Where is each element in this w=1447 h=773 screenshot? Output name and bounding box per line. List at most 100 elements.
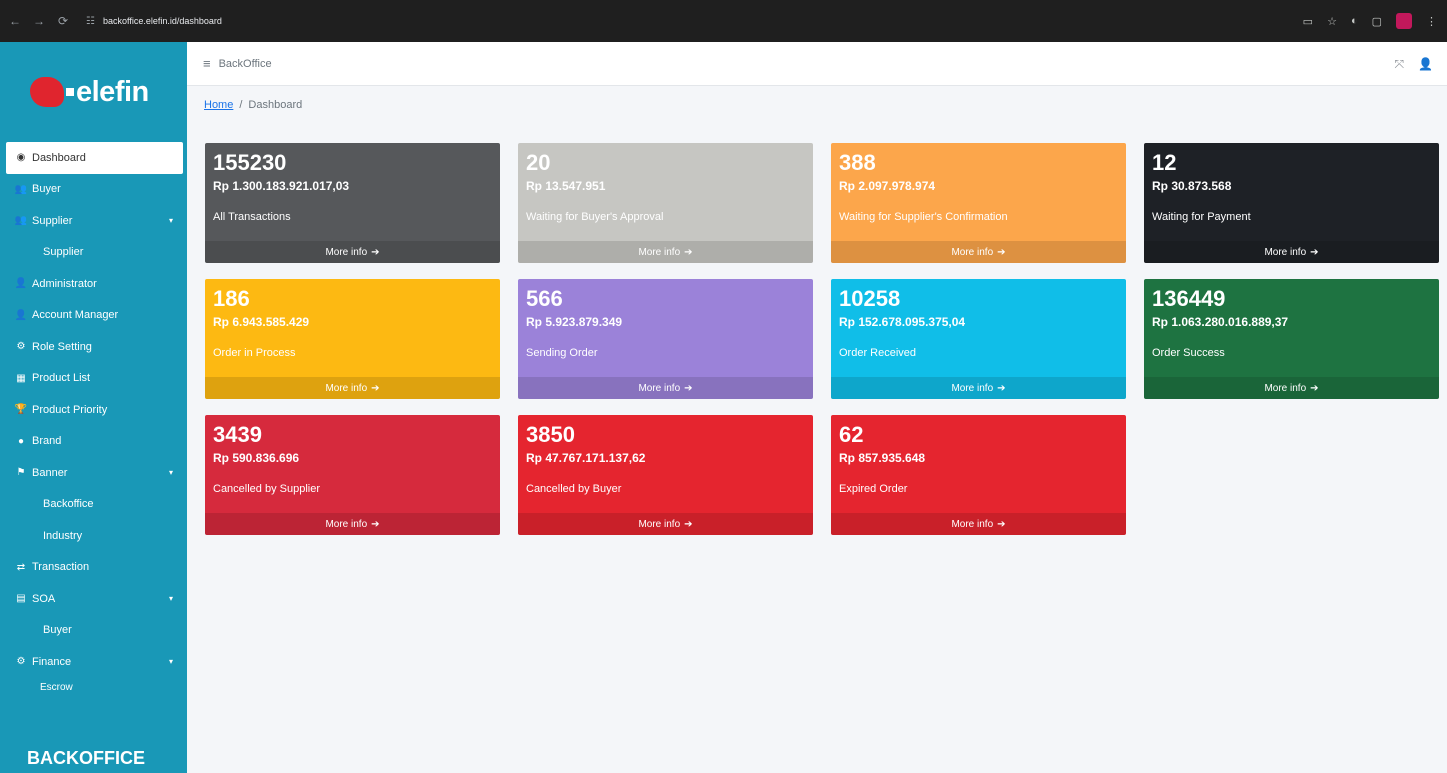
sidebar-item-buyer[interactable]: Buyer [0,615,187,647]
sidebar-item-account-manager[interactable]: 👤 Account Manager [0,300,187,332]
stat-label: Waiting for Buyer's Approval [526,211,664,223]
menu-item-icon: ⇄ [16,561,26,573]
menu-item-icon: ▤ [16,593,26,605]
more-info-link[interactable]: More info ➔ [831,241,1126,263]
sidebar-item-buyer[interactable]: 👥 Buyer [0,174,187,206]
sidebar-item-label: Finance [32,655,72,668]
breadcrumb-home-link[interactable]: Home [204,99,233,111]
stat-amount: Rp 2.097.978.974 [839,179,936,193]
more-info-link[interactable]: More info ➔ [518,513,813,535]
menu-item-icon: 👥 [14,183,28,195]
arrow-circle-right-icon: ➔ [684,246,693,258]
more-info-link[interactable]: More info ➔ [518,241,813,263]
back-icon[interactable]: ← [8,14,22,28]
sidebar-item-label: Buyer [32,183,61,196]
stat-amount: Rp 30.873.568 [1152,179,1232,193]
arrow-circle-right-icon: ➔ [371,518,380,530]
more-info-link[interactable]: More info ➔ [205,241,500,263]
stat-card: 136449 Rp 1.063.280.016.889,37 Order Succe… [1144,279,1439,399]
stat-amount: Rp 47.767.171.137,62 [526,451,646,465]
stat-card: 12 Rp 30.873.568 Waiting for Payment More i… [1144,143,1439,263]
sidebar-item-escrow[interactable]: Escrow [0,678,187,708]
sidebar-item-finance[interactable]: ⚙ Finance ▾ [0,646,187,678]
profile-avatar[interactable] [1396,13,1412,29]
stat-card: 3439 Rp 590.836.696 Cancelled by Supplier M… [205,415,500,535]
sidebar-item-product-list[interactable]: ▦ Product List [0,363,187,395]
more-info-label: More info [638,518,681,530]
sidebar-item-label: Buyer [43,624,72,637]
more-info-link[interactable]: More info ➔ [205,377,500,399]
stat-count: 10258 [839,286,901,311]
sidebar-item-administrator[interactable]: 👤 Administrator [0,268,187,300]
sidebar-item-label: Dashboard [32,151,86,164]
menu-item-icon: 👥 [14,215,28,227]
sidebar: elefin ◉ Dashboard 👥 Buyer 👥 Supplier ▾ Supplie… [0,42,187,773]
reload-icon[interactable]: ⟳ [56,14,70,28]
sidebar-item-industry[interactable]: Industry [0,520,187,552]
more-info-link[interactable]: More info ➔ [831,377,1126,399]
more-info-link[interactable]: More info ➔ [1144,377,1439,399]
sidebar-item-label: Product Priority [32,403,108,416]
breadcrumb-separator: / [239,99,243,111]
sidebar-item-product-priority[interactable]: 🏆 Product Priority [0,394,187,426]
sidebar-item-soa[interactable]: ▤ SOA ▾ [0,583,187,615]
more-info-link[interactable]: More info ➔ [518,377,813,399]
cast-icon[interactable]: ▭ [1303,15,1313,28]
more-info-link[interactable]: More info ➔ [1144,241,1439,263]
stat-amount: Rp 590.836.696 [213,451,300,465]
sidebar-item-brand[interactable]: ● Brand [0,426,187,458]
extension-icon[interactable]: ◐ [1351,15,1358,27]
fullscreen-icon[interactable]: ⤧ [1394,57,1404,72]
sidepanel-icon[interactable]: ▢ [1372,15,1382,28]
arrow-circle-right-icon: ➔ [371,246,380,258]
arrow-circle-right-icon: ➔ [684,518,693,530]
stat-count: 3850 [526,422,575,447]
chevron-down-icon: ▾ [168,657,173,667]
sidebar-item-supplier[interactable]: Supplier [0,237,187,269]
stat-count: 3439 [213,422,262,447]
sidebar-item-supplier[interactable]: 👥 Supplier ▾ [0,205,187,237]
stat-label: Sending Order [526,347,598,359]
sidebar-item-dashboard[interactable]: ◉ Dashboard [6,142,183,174]
sidebar-item-label: Role Setting [32,340,92,353]
bookmark-star-icon[interactable]: ☆ [1327,15,1337,28]
site-info-icon[interactable]: ☷ [86,16,95,27]
more-info-label: More info [638,246,681,258]
stat-label: All Transactions [213,211,291,223]
menu-item-icon: ⚑ [16,467,26,479]
stat-count: 566 [526,286,563,311]
more-info-label: More info [325,518,368,530]
browser-menu-icon[interactable]: ⋮ [1426,15,1437,28]
menu-item-icon: ◉ [16,152,26,164]
stat-card: 186 Rp 6.943.585.429 Order in Process More … [205,279,500,399]
hamburger-menu-icon[interactable]: ≡ [203,56,211,71]
stat-count: 388 [839,150,876,175]
more-info-link[interactable]: More info ➔ [205,513,500,535]
sidebar-footer: BACKOFFICE [0,743,187,773]
address-bar[interactable]: ☷ backoffice.elefin.id/dashboard [86,8,1246,34]
menu-item-icon: 👤 [14,309,28,321]
more-info-link[interactable]: More info ➔ [831,513,1126,535]
more-info-label: More info [325,382,368,394]
app-title: BackOffice [218,57,272,70]
sidebar-item-label: Escrow [40,681,73,693]
more-info-label: More info [951,382,994,394]
forward-icon[interactable]: → [32,14,46,28]
stat-card: 62 Rp 857.935.648 Expired Order More info ➔ [831,415,1126,535]
more-info-label: More info [951,246,994,258]
user-icon[interactable]: 👤 [1418,57,1433,71]
arrow-circle-right-icon: ➔ [997,518,1006,530]
chevron-down-icon: ▾ [168,216,173,226]
menu-item-icon: ⚙ [16,341,26,353]
sidebar-item-label: Product List [32,372,91,385]
brand-logo[interactable]: elefin [0,42,187,142]
sidebar-item-transaction[interactable]: ⇄ Transaction [0,552,187,584]
stat-label: Waiting for Supplier's Confirmation [839,211,1008,223]
stat-card: 155230 Rp 1.300.183.921.017,03 All Transac… [205,143,500,263]
breadcrumb: Home / Dashboard [204,99,302,111]
sidebar-item-backoffice[interactable]: Backoffice [0,489,187,521]
sidebar-item-label: Banner [32,466,68,479]
stat-card: 3850 Rp 47.767.171.137,62 Cancelled by Buy… [518,415,813,535]
sidebar-item-role-setting[interactable]: ⚙ Role Setting [0,331,187,363]
sidebar-item-banner[interactable]: ⚑ Banner ▾ [0,457,187,489]
